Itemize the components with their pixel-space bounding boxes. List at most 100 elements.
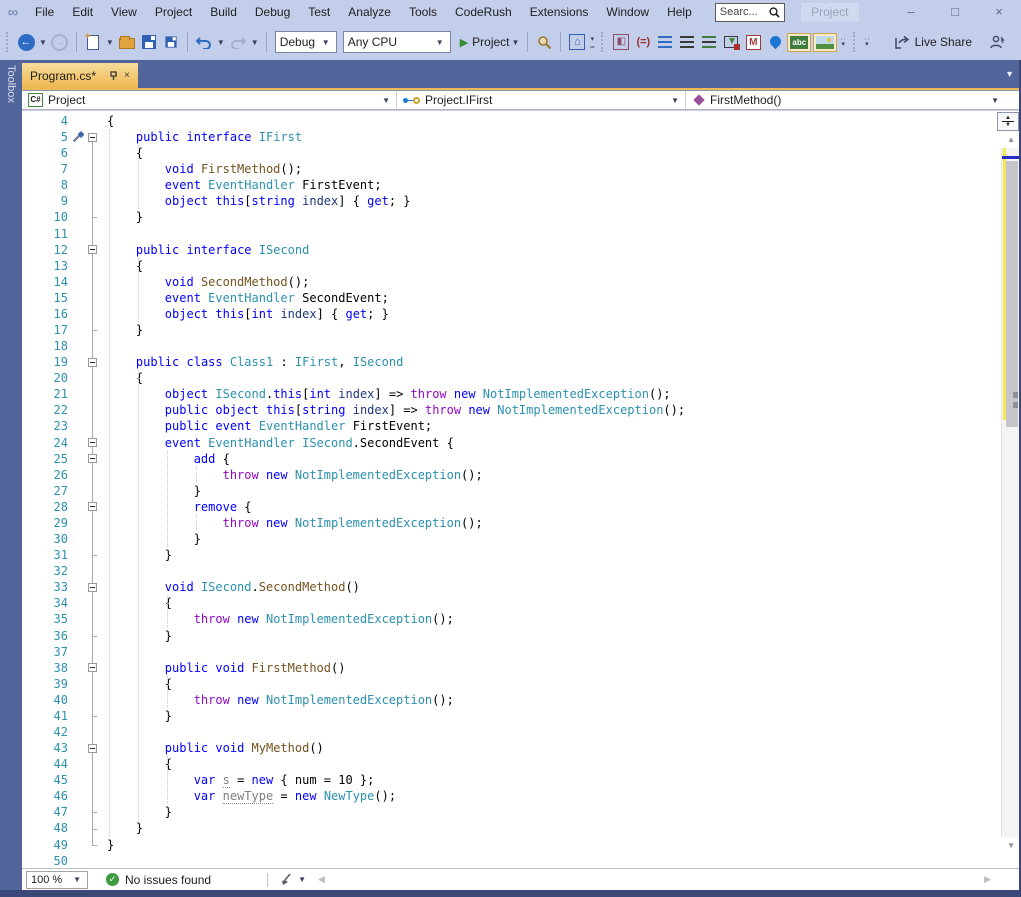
code-line[interactable]: 6 {	[22, 145, 1021, 161]
outlining-margin[interactable]	[72, 226, 107, 242]
outlining-margin[interactable]	[72, 788, 107, 804]
code-line[interactable]: 34 {	[22, 595, 1021, 611]
screwdriver-icon[interactable]	[72, 131, 84, 143]
collapse-box[interactable]	[88, 583, 97, 592]
code-line[interactable]: 46 var newType = new NewType();	[22, 788, 1021, 804]
code-line[interactable]: 21 object ISecond.this[int index] => thr…	[22, 386, 1021, 402]
code-cleanup-caret-icon[interactable]: ▼	[298, 875, 306, 884]
tab-close-icon[interactable]: ×	[124, 70, 130, 81]
markers-button[interactable]: M	[743, 30, 763, 54]
outlining-margin[interactable]	[72, 274, 107, 290]
coderush-cube-button[interactable]: ◧	[611, 30, 631, 54]
outlining-margin[interactable]	[72, 354, 107, 370]
outlining-margin[interactable]	[72, 451, 107, 467]
rich-comments-toggle[interactable]	[813, 33, 837, 52]
code-line[interactable]: 47 }	[22, 804, 1021, 820]
code-line[interactable]: 12 public interface ISecond	[22, 242, 1021, 258]
margin-toggle-button[interactable]: ▾‗	[590, 37, 595, 47]
outlining-margin[interactable]	[72, 595, 107, 611]
new-file-dropdown-caret-icon[interactable]: ▼	[106, 38, 114, 47]
menu-item-file[interactable]: File	[26, 0, 63, 24]
scrollbar-track[interactable]	[1001, 148, 1019, 837]
code-line[interactable]: 14 void SecondMethod();	[22, 274, 1021, 290]
menu-item-edit[interactable]: Edit	[63, 0, 102, 24]
code-line[interactable]: 22 public object this[string index] => t…	[22, 402, 1021, 418]
collapse-box[interactable]	[88, 454, 97, 463]
code-line[interactable]: 13 {	[22, 258, 1021, 274]
menu-item-coderush[interactable]: CodeRush	[446, 0, 521, 24]
menu-item-analyze[interactable]: Analyze	[339, 0, 400, 24]
menu-item-build[interactable]: Build	[201, 0, 246, 24]
outlining-margin[interactable]	[72, 547, 107, 563]
collapse-box[interactable]	[88, 245, 97, 254]
code-line[interactable]: 44 {	[22, 756, 1021, 772]
navigation-pin-button[interactable]	[765, 30, 785, 54]
code-line[interactable]: 36 }	[22, 628, 1021, 644]
feedback-button[interactable]	[987, 30, 1007, 54]
line-numbers-button[interactable]	[655, 30, 675, 54]
outlining-margin[interactable]	[72, 435, 107, 451]
find-in-files-button[interactable]	[534, 30, 554, 54]
code-line[interactable]: 39 {	[22, 676, 1021, 692]
editor-split-handle[interactable]: ▲▼	[997, 112, 1019, 131]
collapse-box[interactable]	[88, 438, 97, 447]
outlining-margin[interactable]	[72, 676, 107, 692]
navigate-back-button[interactable]: ←	[16, 30, 36, 54]
outlining-margin[interactable]	[72, 483, 107, 499]
zoom-dropdown[interactable]: 100 % ▼	[26, 871, 88, 889]
collapse-box[interactable]	[88, 133, 97, 142]
code-line[interactable]: 41 }	[22, 708, 1021, 724]
code-line[interactable]: 26 throw new NotImplementedException();	[22, 467, 1021, 483]
code-line[interactable]: 7 void FirstMethod();	[22, 161, 1021, 177]
code-line[interactable]: 48 }	[22, 820, 1021, 836]
code-line[interactable]: 43 public void MyMethod()	[22, 740, 1021, 756]
outlining-margin[interactable]	[72, 193, 107, 209]
code-line[interactable]: 49}	[22, 837, 1021, 853]
menu-item-test[interactable]: Test	[299, 0, 339, 24]
collapse-box[interactable]	[88, 663, 97, 672]
scroll-up-arrow-icon[interactable]: ▲	[1007, 135, 1015, 144]
outlining-margin[interactable]	[72, 338, 107, 354]
outlining-margin[interactable]	[72, 724, 107, 740]
outlining-margin[interactable]	[72, 660, 107, 676]
open-file-button[interactable]	[117, 30, 137, 54]
code-line[interactable]: 35 throw new NotImplementedException();	[22, 611, 1021, 627]
live-share-button[interactable]: Live Share	[893, 30, 972, 54]
code-line[interactable]: 23 public event EventHandler FirstEvent;	[22, 418, 1021, 434]
outlining-margin[interactable]	[72, 467, 107, 483]
code-line[interactable]: 38 public void FirstMethod()	[22, 660, 1021, 676]
outlining-margin[interactable]	[72, 708, 107, 724]
collapse-box[interactable]	[88, 502, 97, 511]
code-line[interactable]: 27 }	[22, 483, 1021, 499]
outlining-margin[interactable]	[72, 306, 107, 322]
toolbar-grip[interactable]	[6, 32, 11, 52]
code-line[interactable]: 31 }	[22, 547, 1021, 563]
member-dropdown[interactable]: FirstMethod() ▼	[686, 91, 1021, 109]
outlining-margin[interactable]	[72, 853, 107, 868]
redo-dropdown-caret-icon[interactable]: ▼	[251, 38, 259, 47]
outlining-margin[interactable]	[72, 177, 107, 193]
outlining-margin[interactable]	[72, 322, 107, 338]
new-file-button[interactable]: ✦	[83, 30, 103, 54]
type-dropdown[interactable]: Project.IFirst ▼	[397, 91, 686, 109]
scroll-left-arrow-icon[interactable]: ◀	[318, 874, 325, 885]
code-line[interactable]: 16 object this[int index] { get; }	[22, 306, 1021, 322]
outlining-margin[interactable]	[72, 579, 107, 595]
code-line[interactable]: 25 add {	[22, 451, 1021, 467]
outlining-margin[interactable]	[72, 611, 107, 627]
outlining-margin[interactable]	[72, 531, 107, 547]
undo-button[interactable]	[194, 30, 214, 54]
toolbar-options-toggle[interactable]: ··▾	[840, 37, 847, 47]
code-line[interactable]: 4{	[22, 113, 1021, 129]
code-line[interactable]: 40 throw new NotImplementedException();	[22, 692, 1021, 708]
toolbar-grip[interactable]	[601, 32, 606, 52]
outlining-margin[interactable]	[72, 837, 107, 853]
start-debugging-button[interactable]: ▶ Project ▼	[460, 30, 522, 54]
navigate-home-button[interactable]: ⌂	[567, 30, 587, 54]
toolbox-side-tab[interactable]: Toolbox	[0, 60, 22, 890]
scroll-right-arrow-icon[interactable]: ▶	[984, 874, 991, 885]
code-line[interactable]: 33 void ISecond.SecondMethod()	[22, 579, 1021, 595]
document-list-caret-icon[interactable]: ▼	[1005, 69, 1014, 79]
minimize-button[interactable]: –	[889, 0, 933, 24]
solution-platform-dropdown[interactable]: Any CPU▼	[343, 31, 451, 53]
